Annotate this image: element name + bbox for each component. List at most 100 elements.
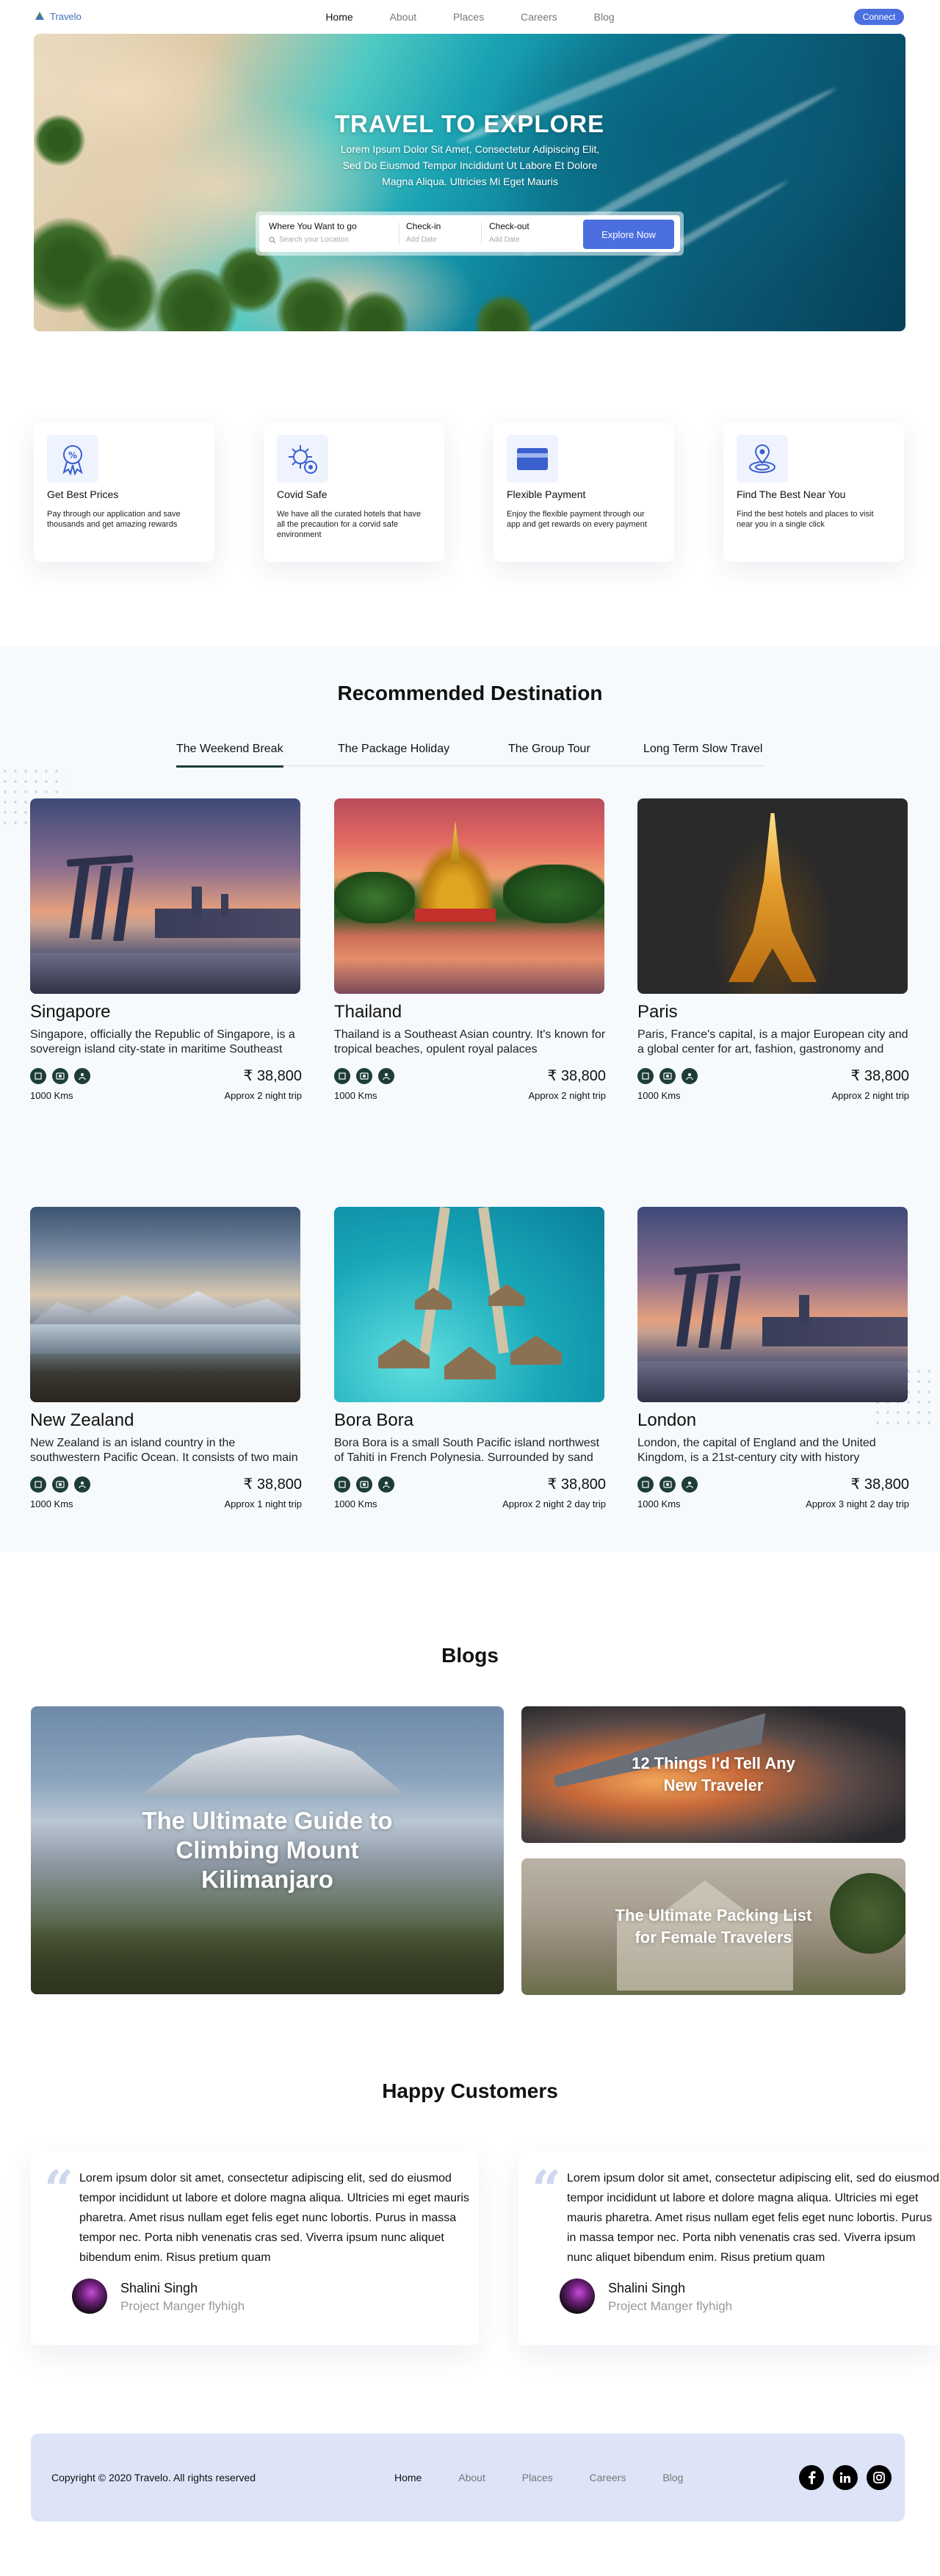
photo-icon [659,1067,676,1084]
footer: Copyright © 2020 Travelo. All rights res… [31,2434,905,2522]
nav-link-about[interactable]: About [390,11,417,23]
copyright: Copyright © 2020 Travelo. All rights res… [51,2472,256,2483]
customer-role: Project Manger flyhigh [608,2299,733,2313]
blog-card-kilimanjaro[interactable]: The Ultimate Guide to Climbing Mount Kil… [31,1706,504,1994]
destination-card-thailand[interactable]: Thailand Thailand is a Southeast Asian c… [334,798,606,1101]
destination-card-singapore[interactable]: Singapore Singapore, officially the Repu… [30,798,302,1101]
quote-icon: “ [532,2159,562,2220]
feature-icon-box [737,435,788,483]
tab-package-holiday[interactable]: The Package Holiday [338,743,449,766]
footer-link-blog[interactable]: Blog [662,2472,683,2483]
hero-title: TRAVEL TO EXPLORE [334,110,605,137]
feature-card-best-prices: % Get Best Prices Pay through our applic… [34,422,214,562]
destination-duration: Approx 2 night trip [224,1090,302,1101]
nav-link-home[interactable]: Home [325,11,352,23]
destination-card-new-zealand[interactable]: New Zealand New Zealand is an island cou… [30,1207,302,1509]
photo-icon [52,1067,68,1084]
tab-slow-travel[interactable]: Long Term Slow Travel [643,743,762,766]
destination-duration: Approx 1 night trip [224,1498,302,1509]
quote-icon: “ [44,2159,74,2220]
customer-role: Project Manger flyhigh [120,2299,245,2313]
people-icon [378,1067,394,1084]
testimonial-card: “ Lorem ipsum dolor sit amet, consectetu… [31,2151,479,2345]
nav-links: Home About Places Careers Blog [0,11,940,23]
nav-link-places[interactable]: Places [453,11,484,23]
testimonial-text: Lorem ipsum dolor sit amet, consectetur … [79,2172,469,2264]
divider [399,223,400,245]
avatar [560,2279,595,2314]
destination-distance: 1000 Kms [637,1498,681,1509]
footer-link-careers[interactable]: Careers [590,2472,626,2483]
hotel-icon [30,1067,46,1084]
facebook-icon[interactable] [799,2465,824,2490]
palm-tree [276,276,350,331]
destination-card-bora-bora[interactable]: Bora Bora Bora Bora is a small South Pac… [334,1207,606,1509]
palm-tree [474,295,533,331]
divider [481,223,482,245]
connect-button[interactable]: Connect [854,9,904,25]
tab-weekend-break[interactable]: The Weekend Break [176,743,283,768]
destination-price: ₹ 38,800 [547,1476,606,1493]
nav-link-blog[interactable]: Blog [594,11,615,23]
destination-photo [334,798,604,994]
hotel-icon [334,1476,350,1493]
destination-name: London [637,1410,697,1430]
footer-link-about[interactable]: About [458,2472,485,2483]
feature-icon-box: % [47,435,98,483]
palm-tree [342,291,408,331]
destination-duration: Approx 2 night trip [831,1090,909,1101]
destination-tabs: The Weekend Break The Package Holiday Th… [176,743,764,768]
testimonial-card: “ Lorem ipsum dolor sit amet, consectetu… [518,2151,940,2345]
nav-link-careers[interactable]: Careers [521,11,557,23]
where-label: Where You Want to go [269,221,357,231]
checkout-label: Check-out [489,221,529,231]
destination-description: New Zealand is an island country in the … [30,1437,298,1464]
people-icon [682,1476,698,1493]
where-input[interactable]: Search your Location [279,236,349,244]
destination-name: Paris [637,1002,678,1022]
destination-name: Bora Bora [334,1410,414,1430]
checkin-field[interactable]: Check-in Add Date [406,221,441,244]
checkout-input[interactable]: Add Date [489,236,520,244]
hotel-icon [637,1067,654,1084]
credit-card-icon [517,447,548,470]
destination-duration: Approx 2 night 2 day trip [502,1498,606,1509]
people-icon [74,1476,90,1493]
destination-card-paris[interactable]: Paris Paris, France's capital, is a majo… [637,798,909,1101]
destination-description: Singapore, officially the Republic of Si… [30,1028,295,1056]
feature-card-find-near-you: Find The Best Near You Find the best hot… [723,422,904,562]
linkedin-icon[interactable] [833,2465,858,2490]
destination-photo [637,798,908,994]
instagram-icon[interactable] [867,2465,892,2490]
destination-price: ₹ 38,800 [243,1476,302,1493]
checkin-input[interactable]: Add Date [406,236,437,244]
destination-photo [30,798,300,994]
checkin-label: Check-in [406,221,441,231]
feature-title: Covid Safe [277,488,328,500]
discount-badge-icon: % [62,444,83,475]
recommended-title: Recommended Destination [337,682,603,704]
feature-card-flexible-payment: Flexible Payment Enjoy the flexible paym… [494,422,674,562]
blog-card-new-traveler[interactable]: 12 Things I'd Tell Any New Traveler [521,1706,905,1843]
location-pin-icon [749,444,776,473]
amenity-icons [637,1476,698,1493]
destination-card-london[interactable]: London London, the capital of England an… [637,1207,909,1509]
blog-card-packing-list[interactable]: The Ultimate Packing List for Female Tra… [521,1858,905,1995]
photo-icon [52,1476,68,1493]
footer-link-places[interactable]: Places [522,2472,553,2483]
svg-text:%: % [68,450,77,461]
feature-title: Get Best Prices [47,488,119,500]
destination-description: London, the capital of England and the U… [637,1437,876,1464]
footer-link-home[interactable]: Home [394,2472,422,2483]
tab-group-tour[interactable]: The Group Tour [508,743,590,766]
blog-title: The Ultimate Packing List for Female Tra… [615,1906,812,1947]
amenity-icons [30,1476,90,1493]
checkout-field[interactable]: Check-out Add Date [489,221,529,244]
destination-name: Thailand [334,1002,402,1022]
destination-description: Bora Bora is a small South Pacific islan… [334,1437,600,1464]
explore-now-button[interactable]: Explore Now [583,220,674,249]
people-icon [682,1067,698,1084]
where-field[interactable]: Where You Want to go Search your Locatio… [269,221,357,244]
blog-title: The Ultimate Guide to Climbing Mount Kil… [142,1807,393,1893]
destination-description: Paris, France's capital, is a major Euro… [637,1028,908,1056]
